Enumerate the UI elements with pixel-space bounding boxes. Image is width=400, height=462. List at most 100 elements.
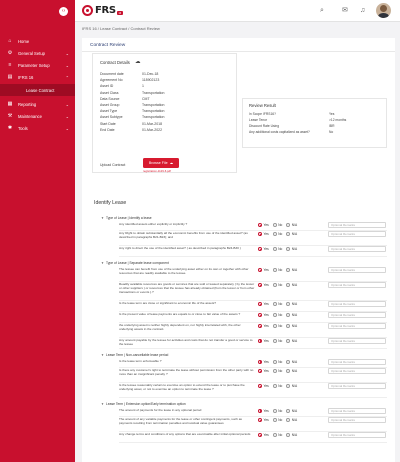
option-yes[interactable]: Yes <box>258 247 269 252</box>
sidebar-item-lease-contract[interactable]: Lease Contract <box>0 84 75 96</box>
option-na[interactable]: N/A <box>286 268 297 273</box>
collapse-sidebar-icon[interactable]: ‹› <box>59 7 68 16</box>
option-na[interactable]: N/A <box>286 323 297 328</box>
option-yes[interactable]: Yes <box>258 368 269 373</box>
radio-no[interactable] <box>272 247 277 252</box>
option-no[interactable]: No <box>272 432 282 437</box>
radio-yes[interactable] <box>258 283 262 287</box>
radio-na[interactable] <box>286 417 291 422</box>
remarks-input[interactable]: Optional Remarks <box>328 322 386 329</box>
option-yes[interactable]: Yes <box>258 301 269 306</box>
option-yes[interactable]: Yes <box>258 383 269 388</box>
radio-no[interactable] <box>272 338 277 343</box>
option-no[interactable]: No <box>272 223 282 227</box>
option-na[interactable]: N/A <box>286 408 297 413</box>
sidebar-item-home[interactable]: ⌂ Home <box>0 36 75 46</box>
radio-no[interactable] <box>272 232 277 237</box>
radio-na[interactable] <box>286 312 291 317</box>
option-no[interactable]: No <box>272 301 282 306</box>
option-no[interactable]: No <box>272 417 282 422</box>
cloud-download-icon[interactable]: ☁ <box>135 59 141 65</box>
sidebar-item-ifrs16[interactable]: ▤ IFRS 16 ⌃ <box>0 72 75 82</box>
option-na[interactable]: N/A <box>286 223 297 227</box>
radio-no[interactable] <box>272 283 277 287</box>
option-na[interactable]: N/A <box>286 232 297 237</box>
radio-no[interactable] <box>272 432 277 437</box>
option-yes[interactable]: Yes <box>258 283 269 287</box>
remarks-input[interactable]: Optional Remarks <box>328 407 386 414</box>
question-group-header[interactable]: ▼ Lease Term | Extension option/Early ter… <box>101 402 186 406</box>
option-yes[interactable]: Yes <box>258 268 269 273</box>
option-na[interactable]: N/A <box>286 432 297 437</box>
radio-no[interactable] <box>272 312 277 317</box>
mail-icon[interactable]: ✉ <box>342 7 348 14</box>
sidebar-item-tools[interactable]: ✱ Tools ⌄ <box>0 123 75 133</box>
avatar[interactable] <box>376 3 391 18</box>
radio-yes[interactable] <box>258 368 262 373</box>
option-yes[interactable]: Yes <box>258 432 269 437</box>
question-group-header[interactable]: ▼ Lease Term | Non-cancellable lease peri… <box>101 353 168 357</box>
remarks-input[interactable]: Optional Remarks <box>328 311 386 318</box>
remarks-input[interactable]: Optional Remarks <box>328 300 386 307</box>
radio-yes[interactable] <box>258 432 262 437</box>
remarks-input[interactable]: Optional Remarks <box>328 231 386 238</box>
remarks-input[interactable]: Optional Remarks <box>328 282 386 288</box>
radio-yes[interactable] <box>258 223 262 227</box>
radio-na[interactable] <box>286 323 291 328</box>
option-no[interactable]: No <box>272 312 282 317</box>
radio-yes[interactable] <box>258 268 262 273</box>
radio-na[interactable] <box>286 283 291 287</box>
radio-na[interactable] <box>286 232 291 237</box>
radio-no[interactable] <box>272 368 277 373</box>
radio-no[interactable] <box>272 408 277 413</box>
option-no[interactable]: No <box>272 359 282 364</box>
radio-na[interactable] <box>286 301 291 306</box>
app-logo[interactable]: FRS 16 <box>82 5 123 16</box>
remarks-input[interactable]: Optional Remarks <box>328 267 386 274</box>
sidebar-item-reporting[interactable]: ▦ Reporting ⌄ <box>0 99 75 109</box>
option-no[interactable]: No <box>272 247 282 252</box>
question-group-header[interactable]: ▼ Type of Lease | Separate lease componen… <box>101 261 169 265</box>
sidebar-item-maintenance[interactable]: ⚒ Maintenance ⌄ <box>0 111 75 121</box>
option-no[interactable]: No <box>272 338 282 343</box>
option-no[interactable]: No <box>272 232 282 237</box>
radio-yes[interactable] <box>258 338 262 343</box>
remarks-input[interactable]: Optional Remarks <box>328 382 386 389</box>
radio-na[interactable] <box>286 383 291 388</box>
option-yes[interactable]: Yes <box>258 223 269 227</box>
sidebar-item-general-setup[interactable]: ⚙ General Setup ⌄ <box>0 48 75 58</box>
option-no[interactable]: No <box>272 323 282 328</box>
option-yes[interactable]: Yes <box>258 359 269 364</box>
radio-yes[interactable] <box>258 232 262 237</box>
option-yes[interactable]: Yes <box>258 338 269 343</box>
option-na[interactable]: N/A <box>286 247 297 252</box>
browse-file-button[interactable]: Browse File ☁ <box>143 158 179 168</box>
option-no[interactable]: No <box>272 408 282 413</box>
remarks-input[interactable]: Optional Remarks <box>328 358 386 365</box>
radio-yes[interactable] <box>258 247 262 252</box>
radio-no[interactable] <box>272 359 277 364</box>
option-yes[interactable]: Yes <box>258 312 269 317</box>
radio-na[interactable] <box>286 338 291 343</box>
radio-na[interactable] <box>286 432 291 437</box>
option-na[interactable]: N/A <box>286 368 297 373</box>
search-icon[interactable]: ⌕ <box>320 7 324 14</box>
remarks-input[interactable]: Optional Remarks <box>328 416 386 423</box>
radio-yes[interactable] <box>258 417 262 422</box>
option-no[interactable]: No <box>272 283 282 287</box>
option-no[interactable]: No <box>272 368 282 373</box>
option-na[interactable]: N/A <box>286 417 297 422</box>
radio-no[interactable] <box>272 223 277 227</box>
option-no[interactable]: No <box>272 383 282 388</box>
radio-yes[interactable] <box>258 323 262 328</box>
radio-no[interactable] <box>272 301 277 306</box>
radio-no[interactable] <box>272 323 277 328</box>
remarks-input[interactable]: Optional Remarks <box>328 246 386 253</box>
radio-no[interactable] <box>272 383 277 388</box>
option-yes[interactable]: Yes <box>258 232 269 237</box>
radio-no[interactable] <box>272 268 277 273</box>
radio-na[interactable] <box>286 223 291 227</box>
question-group-header[interactable]: ▼ Type of Lease | Identify a lease <box>101 216 152 220</box>
uploaded-file-name[interactable]: registration-1129-6.pdf <box>143 169 171 173</box>
radio-yes[interactable] <box>258 312 262 317</box>
